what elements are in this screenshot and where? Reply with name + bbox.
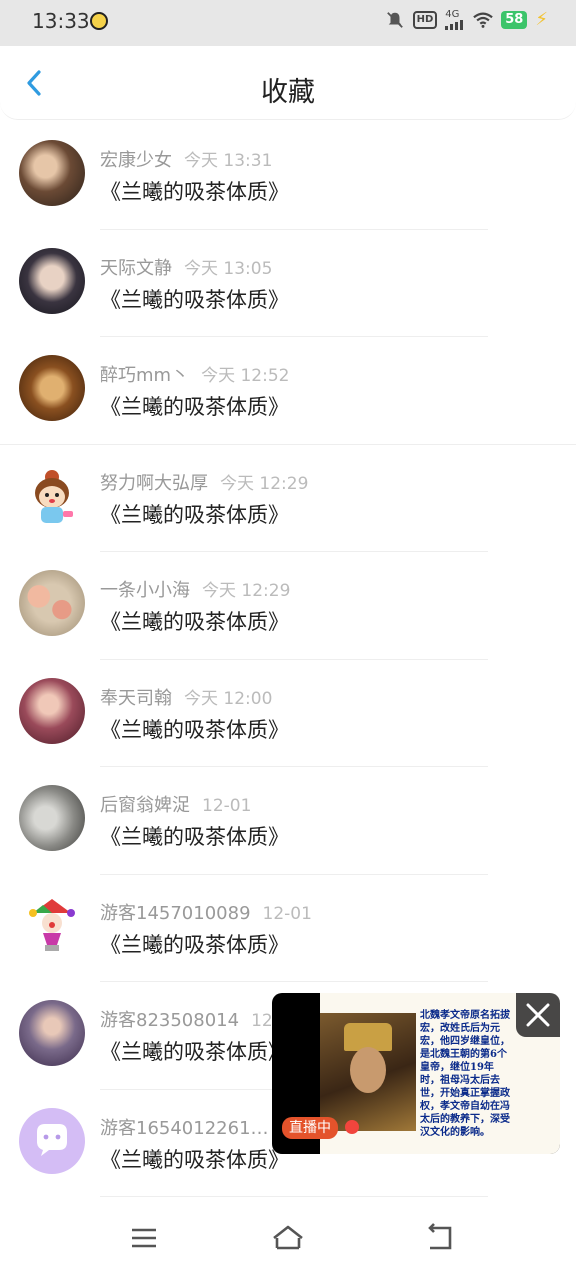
- item-message[interactable]: 《兰曦的吸茶体质》: [100, 176, 289, 206]
- status-icons: HD 4G 58 ⚡: [385, 10, 548, 30]
- divider: [100, 1196, 488, 1197]
- avatar[interactable]: [19, 462, 85, 529]
- item-username: 努力啊大弘厚: [100, 472, 208, 494]
- live-badge: 直播中: [282, 1117, 338, 1139]
- avatar[interactable]: [19, 247, 85, 314]
- item-message[interactable]: 《兰曦的吸茶体质》: [100, 714, 289, 744]
- item-username: 天际文静: [100, 257, 172, 279]
- app-notification-icon: [90, 12, 108, 30]
- item-time: 今天 12:29: [220, 473, 309, 494]
- list-item[interactable]: 游客1457010089 12-01 《兰曦的吸茶体质》: [0, 875, 576, 982]
- item-username: 宏康少女: [100, 150, 172, 171]
- item-message[interactable]: 《兰曦的吸茶体质》: [100, 284, 289, 314]
- list-item[interactable]: 后窗翁婢浞 12-01 《兰曦的吸茶体质》: [0, 767, 576, 875]
- battery-icon: 58: [501, 11, 528, 29]
- item-time: 今天 13:05: [184, 258, 273, 279]
- avatar[interactable]: [19, 355, 85, 421]
- charging-icon: ⚡: [535, 9, 548, 30]
- avatar[interactable]: [19, 785, 85, 851]
- item-message[interactable]: 《兰曦的吸茶体质》: [100, 499, 289, 529]
- wifi-icon: [473, 12, 494, 28]
- item-username: 一条小小海: [100, 580, 190, 601]
- top-bar: 收藏: [0, 46, 576, 120]
- mute-bell-icon: [386, 12, 403, 28]
- live-caption-text: 北魏孝文帝原名拓拔宏，改姓氏后为元宏，他四岁继皇位，是北魏王朝的第6个皇帝，继位…: [420, 1010, 510, 1138]
- item-time: 12-01: [202, 796, 252, 816]
- item-message[interactable]: 《兰曦的吸茶体质》: [100, 391, 289, 421]
- page-title: 收藏: [261, 77, 315, 108]
- menu-icon[interactable]: [124, 1218, 164, 1258]
- item-username: 游客1654012261…: [100, 1117, 269, 1139]
- avatar[interactable]: [19, 677, 85, 744]
- signal-icon: 4G: [445, 10, 465, 30]
- avatar[interactable]: [19, 892, 85, 959]
- list-item[interactable]: 努力啊大弘厚 今天 12:29 《兰曦的吸茶体质》: [0, 445, 576, 552]
- live-indicator-dot: [345, 1120, 359, 1134]
- list-item[interactable]: 醉巧mm丶 今天 12:52 《兰曦的吸茶体质》: [0, 337, 576, 445]
- status-time: 13:33: [32, 9, 90, 33]
- item-time: 今天 12:00: [184, 688, 273, 709]
- item-time: 今天 12:29: [202, 581, 291, 601]
- avatar[interactable]: [19, 1000, 85, 1066]
- item-message[interactable]: 《兰曦的吸茶体质》: [100, 929, 289, 959]
- item-time: 12-01: [262, 903, 312, 924]
- item-username: 醉巧mm丶: [100, 365, 190, 386]
- hd-icon: HD: [412, 11, 438, 29]
- live-video-portrait: [320, 1013, 416, 1131]
- avatar[interactable]: [19, 140, 85, 206]
- item-time: 今天 12:52: [201, 366, 290, 386]
- close-icon[interactable]: [516, 993, 560, 1037]
- status-bar: 13:33 HD 4G 58 ⚡: [0, 0, 576, 46]
- list-item[interactable]: 奉天司翰 今天 12:00 《兰曦的吸茶体质》: [0, 660, 576, 767]
- item-message[interactable]: 《兰曦的吸茶体质》: [100, 821, 289, 851]
- item-username: 游客823508014: [100, 1010, 240, 1031]
- back-icon[interactable]: [420, 1218, 460, 1258]
- avatar[interactable]: [19, 1107, 85, 1174]
- live-floating-window[interactable]: 北魏孝文帝原名拓拔宏，改姓氏后为元宏，他四岁继皇位，是北魏王朝的第6个皇帝，继位…: [272, 993, 560, 1154]
- system-nav-bar: [0, 1198, 576, 1280]
- list-item[interactable]: 天际文静 今天 13:05 《兰曦的吸茶体质》: [0, 230, 576, 337]
- avatar[interactable]: [19, 570, 85, 636]
- item-message[interactable]: 《兰曦的吸茶体质》: [100, 606, 289, 636]
- home-icon[interactable]: [268, 1218, 308, 1258]
- item-message[interactable]: 《兰曦的吸茶体质》: [100, 1144, 289, 1174]
- list-item[interactable]: 宏康少女 今天 13:31 《兰曦的吸茶体质》: [0, 122, 576, 230]
- list-item[interactable]: 一条小小海 今天 12:29 《兰曦的吸茶体质》: [0, 552, 576, 660]
- item-username: 奉天司翰: [100, 687, 172, 709]
- item-message[interactable]: 《兰曦的吸茶体质》: [100, 1036, 289, 1066]
- item-username: 游客1457010089: [100, 902, 251, 924]
- item-time: 今天 13:31: [184, 151, 273, 171]
- item-username: 后窗翁婢浞: [100, 795, 190, 816]
